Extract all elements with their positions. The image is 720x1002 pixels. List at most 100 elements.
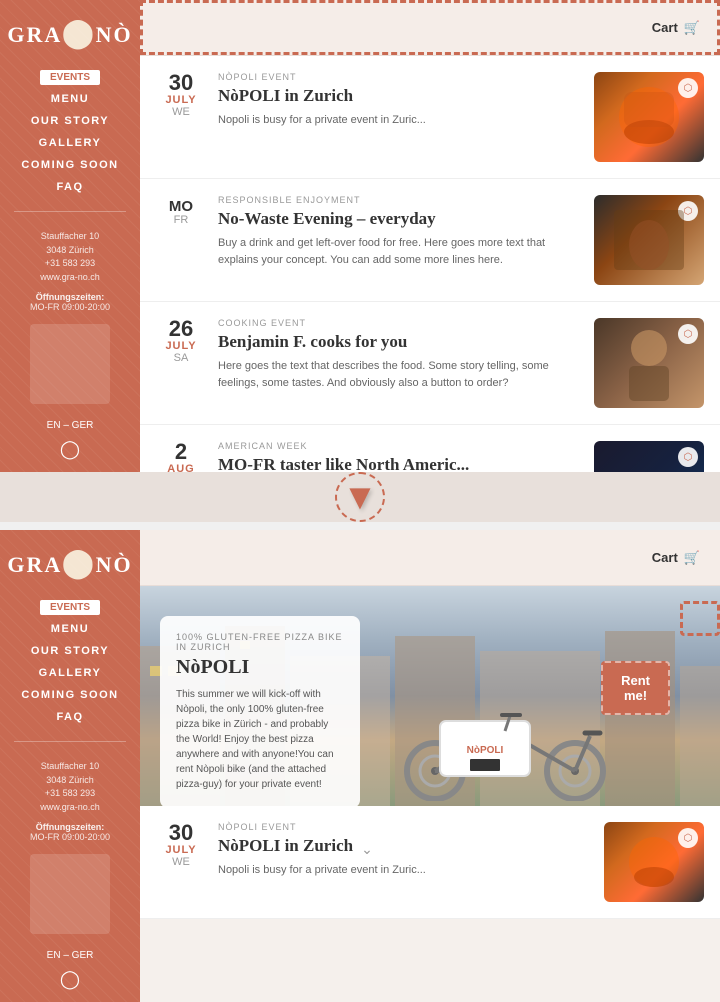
bottom-event-details: NòPOLI Event NòPOLI in Zurich ⌄ Nopoli i… bbox=[218, 822, 592, 879]
event-date-4: 2 AUG MO bbox=[156, 441, 206, 472]
event-date-1: 30 JULY WE bbox=[156, 72, 206, 118]
sidebar-hours-2: MO-FR 09:00-20:00 bbox=[30, 832, 110, 842]
nav-our-story[interactable]: OUR STORY bbox=[31, 115, 109, 127]
screen-2: GRA⬤NÒ EVENTS MENU OUR STORY GALLERY COM… bbox=[0, 530, 720, 1002]
nav-menu-2[interactable]: MENU bbox=[51, 623, 89, 635]
event-card-1[interactable]: 30 JULY WE NòPOLI Event NòPOLI in Zurich… bbox=[140, 56, 720, 179]
nav-gallery[interactable]: GALLERY bbox=[39, 137, 102, 149]
sidebar-lang[interactable]: EN – GER bbox=[47, 420, 94, 431]
sidebar-lang-2[interactable]: EN – GER bbox=[47, 950, 94, 961]
nav-gallery-2[interactable]: GALLERY bbox=[39, 667, 102, 679]
bottom-event-day: 30 bbox=[156, 822, 206, 844]
sidebar-2: GRA⬤NÒ EVENTS MENU OUR STORY GALLERY COM… bbox=[0, 530, 140, 1002]
nav-our-story-2[interactable]: OUR STORY bbox=[31, 645, 109, 657]
event-title-4: MO-FR taster like North Americ... bbox=[218, 455, 582, 472]
cart-icon-2: 🛒 bbox=[684, 550, 700, 566]
hero-section: 100% gluten-free pizza bike in Zurich Nò… bbox=[140, 586, 720, 806]
event-desc-2: Buy a drink and get left-over food for f… bbox=[218, 235, 582, 268]
nav-faq[interactable]: FAQ bbox=[56, 181, 83, 193]
bookmark-icon-4[interactable]: ⬡ bbox=[678, 447, 698, 467]
logo-2: GRA⬤NÒ bbox=[7, 546, 132, 580]
event-title-3: Benjamin F. cooks for you bbox=[218, 332, 582, 352]
event-day-1: 30 bbox=[156, 72, 206, 94]
event-image-svg-3 bbox=[594, 318, 704, 408]
header-bar-2: Cart 🛒 bbox=[140, 530, 720, 586]
event-tag-1: NòPOLI Event bbox=[218, 72, 582, 82]
events-list: 30 JULY WE NòPOLI Event NòPOLI in Zurich… bbox=[140, 56, 720, 472]
cart-button-2[interactable]: Cart 🛒 bbox=[652, 550, 700, 566]
chevron-down-icon[interactable]: ⌄ bbox=[361, 841, 373, 858]
bottom-event-title: NòPOLI in Zurich bbox=[218, 836, 353, 856]
cart-label: Cart bbox=[652, 20, 678, 35]
main-content-1: Cart 🛒 30 JULY WE NòPOLI Event NòPOLI in… bbox=[140, 0, 720, 472]
bottom-event-title-row: NòPOLI in Zurich ⌄ bbox=[218, 836, 592, 862]
nav-events-badge-2[interactable]: EVENTS bbox=[40, 600, 100, 615]
screen-1: GRA⬤NÒ EVENTS MENU OUR STORY GALLERY COM… bbox=[0, 0, 720, 472]
event-card-4[interactable]: 2 AUG MO AMERICAN WEEK MO-FR taster like… bbox=[140, 425, 720, 472]
rent-button[interactable]: Rent me! bbox=[601, 661, 670, 715]
event-image-4: ⬡ bbox=[594, 441, 704, 472]
nav-menu[interactable]: MENU bbox=[51, 93, 89, 105]
event-date-3: 26 JULY SA bbox=[156, 318, 206, 364]
event-image-svg-1 bbox=[594, 72, 704, 162]
event-weekday-1: WE bbox=[156, 106, 206, 118]
pizza-bike-svg: NòPOLI bbox=[380, 691, 630, 801]
bottom-event-desc: Nopoli is busy for a private event in Zu… bbox=[218, 862, 592, 879]
bottom-event-date: 30 JULY WE bbox=[156, 822, 206, 868]
sidebar-qr-box-2 bbox=[30, 854, 110, 934]
event-day-3: 26 bbox=[156, 318, 206, 340]
bottom-event-month: JULY bbox=[156, 844, 206, 856]
event-details-4: AMERICAN WEEK MO-FR taster like North Am… bbox=[218, 441, 582, 472]
bottom-event-card[interactable]: 30 JULY WE NòPOLI Event NòPOLI in Zurich… bbox=[140, 806, 720, 919]
event-card-3[interactable]: 26 JULY SA COOKING EVENT Benjamin F. coo… bbox=[140, 302, 720, 425]
sidebar-address-2: Stauffacher 103048 Zürich+31 583 293www.… bbox=[40, 760, 100, 814]
event-image-2: ⬡ bbox=[594, 195, 704, 285]
logo: GRA⬤NÒ bbox=[7, 16, 132, 50]
header-bar: Cart 🛒 bbox=[140, 0, 720, 56]
event-tag-2: RESPONSIBLE ENJOYMENT bbox=[218, 195, 582, 205]
cart-button[interactable]: Cart 🛒 bbox=[652, 20, 700, 36]
event-card-2[interactable]: MO FR RESPONSIBLE ENJOYMENT No-Waste Eve… bbox=[140, 179, 720, 302]
event-details-2: RESPONSIBLE ENJOYMENT No-Waste Evening –… bbox=[218, 195, 582, 268]
event-date-2: MO FR bbox=[156, 195, 206, 226]
bottom-event-weekday: WE bbox=[156, 856, 206, 868]
hero-desc: This summer we will kick-off with Nòpoli… bbox=[176, 687, 344, 792]
event-image-svg-2 bbox=[594, 195, 704, 285]
sidebar-qr-box bbox=[30, 324, 110, 404]
event-details-3: COOKING EVENT Benjamin F. cooks for you … bbox=[218, 318, 582, 391]
event-image-1: ⬡ bbox=[594, 72, 704, 162]
event-tag-4: AMERICAN WEEK bbox=[218, 441, 582, 451]
sidebar: GRA⬤NÒ EVENTS MENU OUR STORY GALLERY COM… bbox=[0, 0, 140, 472]
cart-icon: 🛒 bbox=[684, 20, 700, 36]
bottom-event-image-svg bbox=[604, 822, 704, 902]
header-annotation bbox=[140, 0, 720, 55]
event-details-1: NòPOLI Event NòPOLI in Zurich Nopoli is … bbox=[218, 72, 582, 129]
event-desc-1: Nopoli is busy for a private event in Zu… bbox=[218, 112, 582, 129]
hero-subtitle: 100% gluten-free pizza bike in Zurich bbox=[176, 632, 344, 652]
event-month-1: JULY bbox=[156, 94, 206, 106]
event-day-2: MO bbox=[156, 195, 206, 214]
nav-coming-soon[interactable]: COMING SOON bbox=[21, 159, 118, 171]
event-image-3: ⬡ bbox=[594, 318, 704, 408]
event-weekday-2: FR bbox=[156, 214, 206, 226]
event-title-1: NòPOLI in Zurich bbox=[218, 86, 582, 106]
instagram-icon-2[interactable]: ◯ bbox=[60, 969, 80, 990]
sidebar-hours-label: Öffnungszeiten: bbox=[36, 292, 105, 302]
sidebar-hours-label-2: Öffnungszeiten: bbox=[36, 822, 105, 832]
event-desc-3: Here goes the text that describes the fo… bbox=[218, 358, 582, 391]
nav-faq-2[interactable]: FAQ bbox=[56, 711, 83, 723]
event-day-4: 2 bbox=[156, 441, 206, 463]
nav-coming-soon-2[interactable]: COMING SOON bbox=[21, 689, 118, 701]
cart-label-2: Cart bbox=[652, 550, 678, 565]
nav-events-badge[interactable]: EVENTS bbox=[40, 70, 100, 85]
bottom-event-tag: NòPOLI Event bbox=[218, 822, 592, 832]
event-month-4: AUG bbox=[156, 463, 206, 472]
sidebar-hours: MO-FR 09:00-20:00 bbox=[30, 302, 110, 312]
event-tag-3: COOKING EVENT bbox=[218, 318, 582, 328]
between-screens: ▼ bbox=[0, 472, 720, 522]
hero-title: NòPOLI bbox=[176, 656, 344, 679]
arrow-circle bbox=[335, 472, 385, 522]
instagram-icon[interactable]: ◯ bbox=[60, 439, 80, 460]
event-title-2: No-Waste Evening – everyday bbox=[218, 209, 582, 229]
hero-card: 100% gluten-free pizza bike in Zurich Nò… bbox=[160, 616, 360, 806]
